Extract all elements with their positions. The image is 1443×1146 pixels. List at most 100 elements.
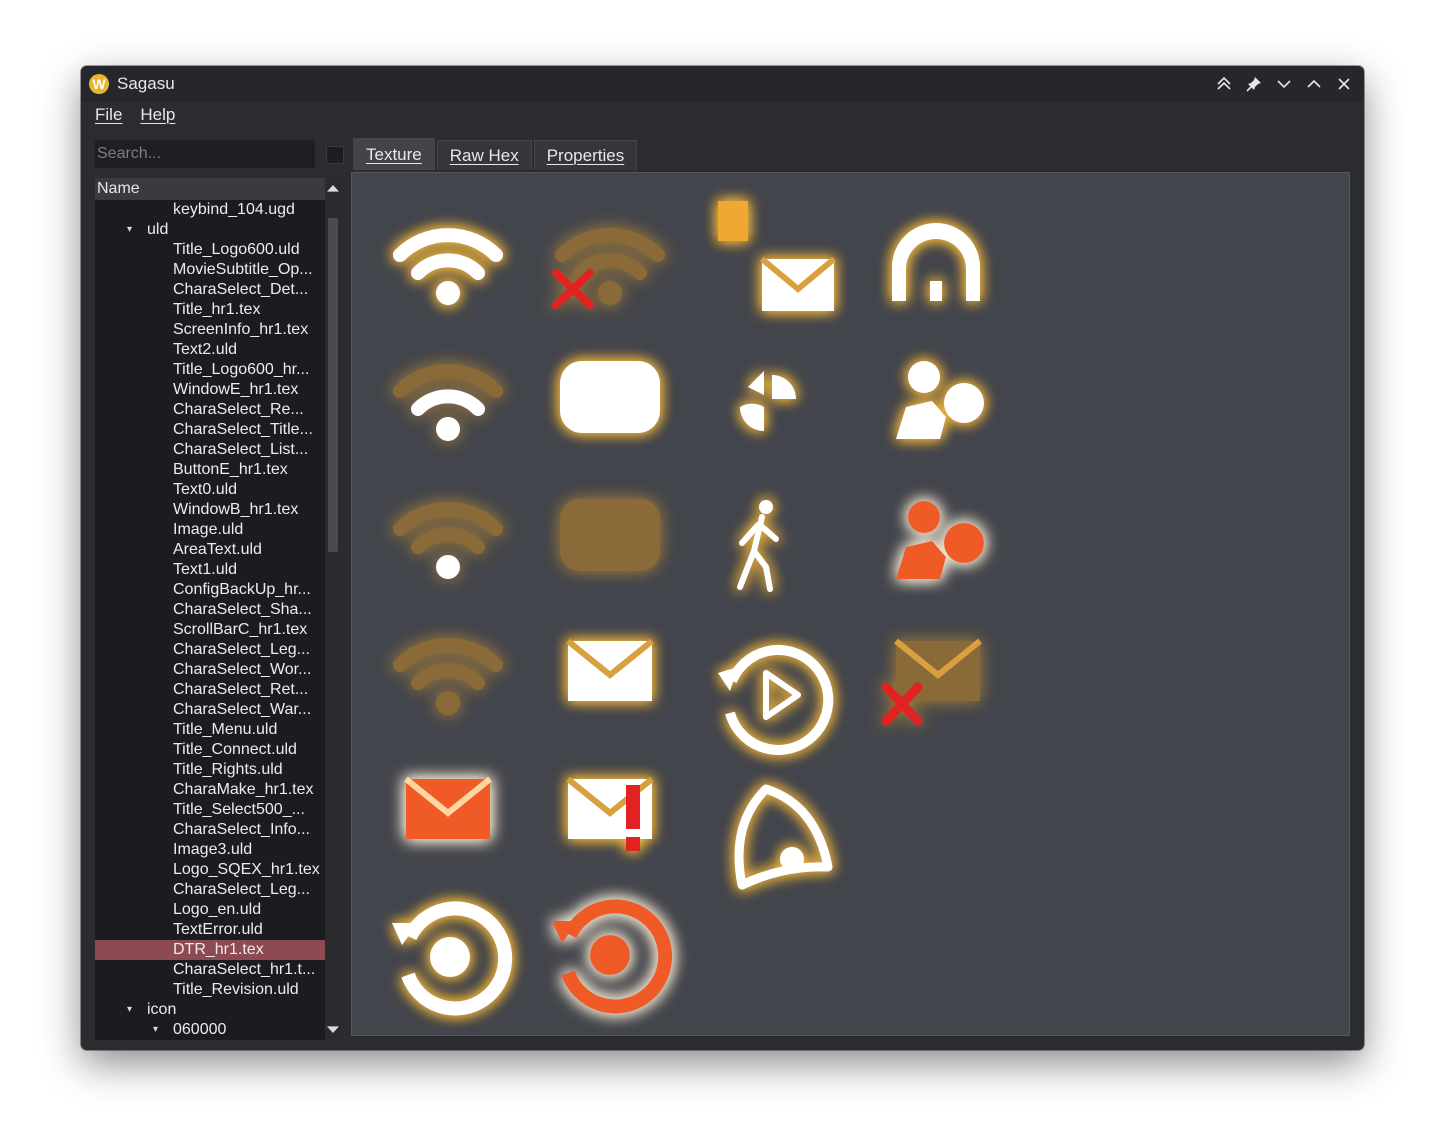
home-icon [892, 223, 980, 301]
search-option-checkbox[interactable] [326, 146, 344, 164]
tree-file-row[interactable]: TextError.uld [95, 920, 325, 940]
search-input[interactable] [95, 140, 315, 168]
tree-file-row[interactable]: WindowB_hr1.tex [95, 500, 325, 520]
tab-texture[interactable]: Texture [353, 138, 435, 170]
tree-file-row[interactable]: Image.uld [95, 520, 325, 540]
tree-item-label: TextError.uld [173, 921, 263, 938]
mail-orange-icon [404, 776, 492, 839]
tree-scrollbar[interactable] [325, 178, 341, 1040]
replay-icon [718, 644, 834, 755]
tab-label: Raw Hex [449, 145, 519, 165]
refresh-icon [392, 901, 513, 1016]
tree-file-row[interactable]: CharaSelect_Det... [95, 280, 325, 300]
tree-folder-row[interactable]: ▾ uld [95, 220, 325, 240]
tree-file-row[interactable]: ConfigBackUp_hr... [95, 580, 325, 600]
tree-file-row[interactable]: Logo_en.uld [95, 900, 325, 920]
texture-view [351, 172, 1350, 1036]
expand-arrow-icon[interactable]: ▾ [127, 220, 132, 240]
window-controls [1212, 72, 1356, 96]
tree-file-row[interactable]: Title_Menu.uld [95, 720, 325, 740]
tree-item-label: Title_Revision.uld [173, 981, 299, 998]
expand-arrow-icon[interactable]: ▾ [127, 1000, 132, 1020]
tree-file-row[interactable]: Title_Revision.uld [95, 980, 325, 1000]
bell-icon [734, 784, 833, 890]
tree-file-row[interactable]: CharaSelect_Leg... [95, 880, 325, 900]
tree-item-label: CharaSelect_Info... [173, 821, 310, 838]
tree-item-label: Image.uld [173, 521, 244, 538]
tree-item-label: Text0.uld [173, 481, 238, 498]
tree-file-row[interactable]: Title_Select500_... [95, 800, 325, 820]
mail-document-icon [718, 201, 836, 311]
tree-file-row[interactable]: ScrollBarC_hr1.tex [95, 620, 325, 640]
tree-body: keybind_104.ugd ▾ uld Title_Logo600.uld Movi… [95, 200, 325, 1040]
tree-item-label: CharaSelect_List... [173, 441, 309, 458]
title-bar: W Sagasu [81, 66, 1364, 102]
tree-file-row[interactable]: CharaSelect_Leg... [95, 640, 325, 660]
tree-item-label: CharaSelect_Wor... [173, 661, 312, 678]
tree-file-row[interactable]: CharaSelect_War... [95, 700, 325, 720]
tree-file-row[interactable]: CharaSelect_List... [95, 440, 325, 460]
window-title: Sagasu [117, 74, 175, 93]
rounded-box-icon [560, 361, 660, 433]
file-tree: Name keybind_104.ugd ▾ uld Title_Logo600.ul… [95, 178, 341, 1040]
tree-file-row[interactable]: MovieSubtitle_Op... [95, 260, 325, 280]
tree-file-row[interactable]: ScreenInfo_hr1.tex [95, 320, 325, 340]
tree-folder-row[interactable]: ▾ icon [95, 1000, 325, 1020]
expand-arrow-icon[interactable]: ▾ [153, 1020, 158, 1040]
tree-file-row[interactable]: CharaSelect_Re... [95, 400, 325, 420]
texture-canvas [392, 201, 984, 1016]
tree-item-label: CharaSelect_War... [173, 701, 312, 718]
tree-file-row[interactable]: CharaSelect_Ret... [95, 680, 325, 700]
tree-file-row[interactable]: Title_Logo600_hr... [95, 360, 325, 380]
tree-item-label: Title_Rights.uld [173, 761, 283, 778]
tree-file-row[interactable]: Text0.uld [95, 480, 325, 500]
tree-file-row[interactable]: Title_Connect.uld [95, 740, 325, 760]
tree-item-label: CharaSelect_Leg... [173, 881, 310, 898]
tree-item-label: CharaSelect_Re... [173, 401, 304, 418]
scroll-down-icon[interactable] [327, 1026, 339, 1033]
tree-file-row[interactable]: AreaText.uld [95, 540, 325, 560]
tree-file-row[interactable]: Title_Logo600.uld [95, 240, 325, 260]
tree-item-label: ButtonE_hr1.tex [173, 461, 288, 478]
tree-item-label: Logo_SQEX_hr1.tex [173, 861, 320, 878]
tree-file-row[interactable]: WindowE_hr1.tex [95, 380, 325, 400]
tree-file-row[interactable]: DTR_hr1.tex [95, 940, 325, 960]
scrollbar-thumb[interactable] [328, 218, 338, 552]
menu-help[interactable]: Help [140, 105, 175, 125]
tree-file-row[interactable]: Image3.uld [95, 840, 325, 860]
app-window: W Sagasu File Help Name [81, 66, 1364, 1050]
menu-bar: File Help [81, 102, 1364, 128]
tree-file-row[interactable]: CharaSelect_Sha... [95, 600, 325, 620]
app-logo-icon: W [89, 74, 109, 94]
pie-segments-icon [740, 371, 796, 431]
tree-file-row[interactable]: ButtonE_hr1.tex [95, 460, 325, 480]
tree-file-row[interactable]: CharaMake_hr1.tex [95, 780, 325, 800]
tree-file-row[interactable]: CharaSelect_Title... [95, 420, 325, 440]
tree-file-row[interactable]: Logo_SQEX_hr1.tex [95, 860, 325, 880]
wifi-medium-icon [393, 364, 503, 441]
tree-file-row[interactable]: keybind_104.ugd [95, 200, 325, 220]
minimize-icon[interactable] [1272, 72, 1296, 96]
tree-item-label: Logo_en.uld [173, 901, 262, 918]
tree-file-row[interactable]: Text2.uld [95, 340, 325, 360]
tree-item-label: Image3.uld [173, 841, 253, 858]
keep-above-icon[interactable] [1212, 72, 1236, 96]
tree-item-label: CharaSelect_Ret... [173, 681, 309, 698]
close-icon[interactable] [1332, 72, 1356, 96]
maximize-icon[interactable] [1302, 72, 1326, 96]
pin-icon[interactable] [1242, 72, 1266, 96]
tree-item-label: AreaText.uld [173, 541, 262, 558]
menu-file[interactable]: File [95, 105, 122, 125]
tree-file-row[interactable]: CharaSelect_Wor... [95, 660, 325, 680]
tree-column-header[interactable]: Name [95, 178, 325, 200]
tab-raw-hex[interactable]: Raw Hex [436, 140, 532, 170]
tab-properties[interactable]: Properties [533, 140, 638, 170]
tree-file-row[interactable]: Text1.uld [95, 560, 325, 580]
tree-item-label: MovieSubtitle_Op... [173, 261, 313, 278]
tree-file-row[interactable]: Title_Rights.uld [95, 760, 325, 780]
scroll-up-icon[interactable] [327, 185, 339, 192]
tree-file-row[interactable]: CharaSelect_Info... [95, 820, 325, 840]
tree-folder-row[interactable]: ▾ 060000 [95, 1020, 325, 1040]
tree-file-row[interactable]: Title_hr1.tex [95, 300, 325, 320]
tree-file-row[interactable]: CharaSelect_hr1.t... [95, 960, 325, 980]
